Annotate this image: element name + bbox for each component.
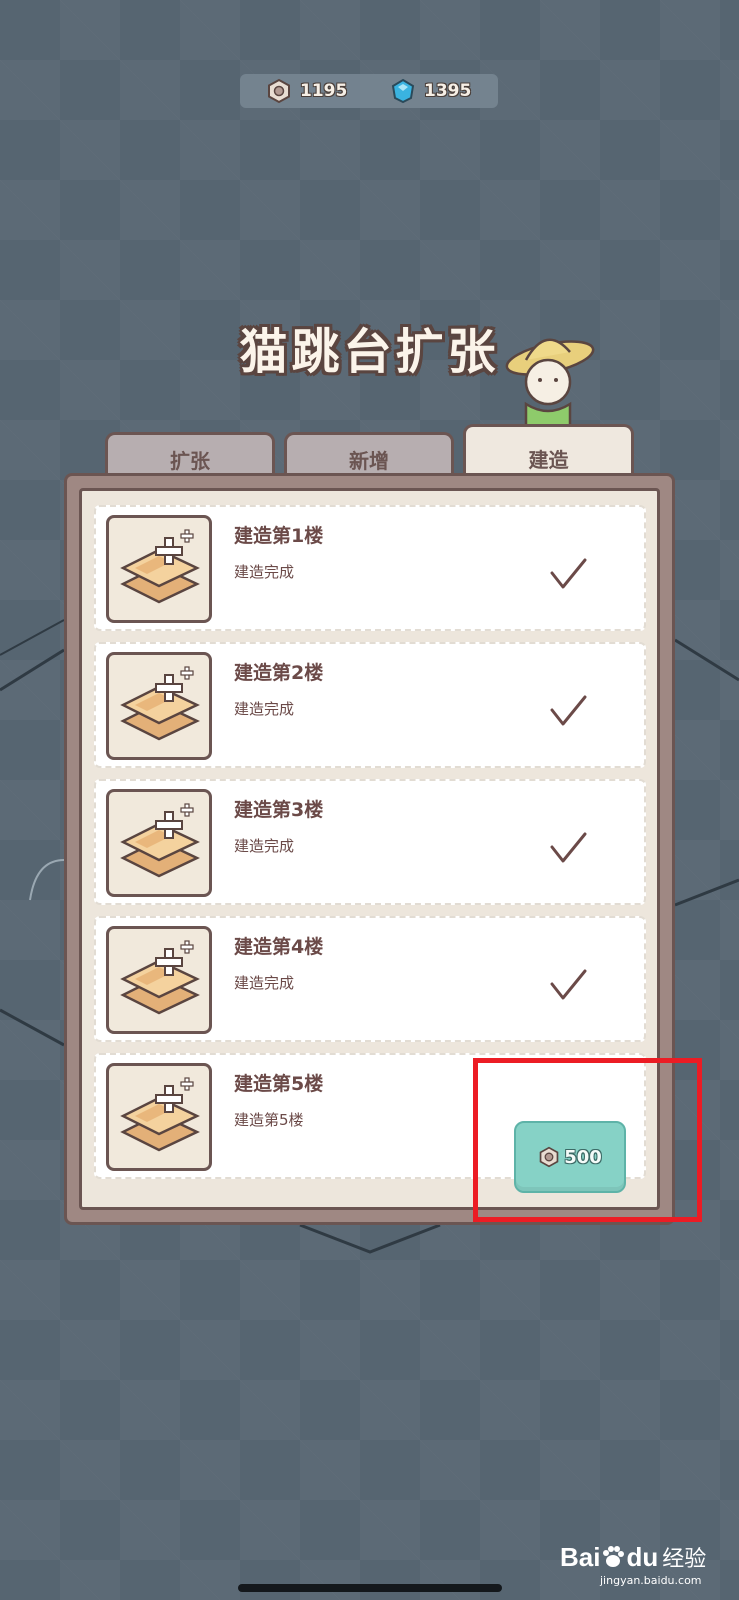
build-row-floor-2: 建造第2楼 建造完成 [94,642,646,768]
watermark-cn: 经验 [662,1547,707,1572]
floor-plus-icon [120,803,200,878]
checkmark-icon [550,969,587,1000]
floor-thumbnail [106,652,212,760]
baidu-jingyan-watermark: Bai du 经验 [560,1541,706,1573]
cat-npc-avatar [505,338,595,430]
gem-counter: 1395 [390,78,471,104]
paw-icon [603,1546,625,1567]
floor-thumbnail [106,926,212,1034]
checkmark-icon [550,558,587,589]
floor-thumbnail [106,515,212,623]
coin-count: 1195 [300,81,348,101]
gem-count: 1395 [424,81,472,101]
row-title: 建造第2楼 [234,662,324,684]
currency-bar: 1195 1395 [240,74,498,108]
floor-plus-icon [120,1077,200,1152]
watermark-logo-suffix: du [626,1541,659,1572]
coin-counter: 1195 [266,78,347,104]
row-title: 建造第1楼 [234,525,324,547]
build-row-floor-4: 建造第4楼 建造完成 [94,916,646,1042]
checkmark-icon [550,832,587,863]
watermark-logo: Bai [560,1541,601,1572]
build-row-floor-1: 建造第1楼 建造完成 [94,505,646,631]
floor-plus-icon [120,529,200,604]
row-status-text: 建造完成 [234,700,295,718]
row-title: 建造第4楼 [234,936,324,958]
row-status-text: 建造第5楼 [234,1111,304,1129]
row-title: 建造第3楼 [234,799,324,821]
blue-gem-icon [391,78,415,104]
floor-thumbnail [106,789,212,897]
row-status-text: 建造完成 [234,974,295,992]
highlight-annotation-box [473,1058,702,1222]
checkmark-icon [550,695,587,726]
build-row-floor-3: 建造第3楼 建造完成 [94,779,646,905]
hex-nut-coin-icon [268,78,290,104]
floor-thumbnail [106,1063,212,1171]
floor-plus-icon [120,666,200,741]
page-title: 猫跳台扩张 [239,324,500,380]
row-title: 建造第5楼 [234,1073,324,1095]
watermark-url: jingyan.baidu.com [600,1574,702,1587]
row-status-text: 建造完成 [234,837,295,855]
row-status-text: 建造完成 [234,563,295,581]
floor-plus-icon [120,940,200,1015]
home-indicator[interactable] [238,1584,502,1592]
